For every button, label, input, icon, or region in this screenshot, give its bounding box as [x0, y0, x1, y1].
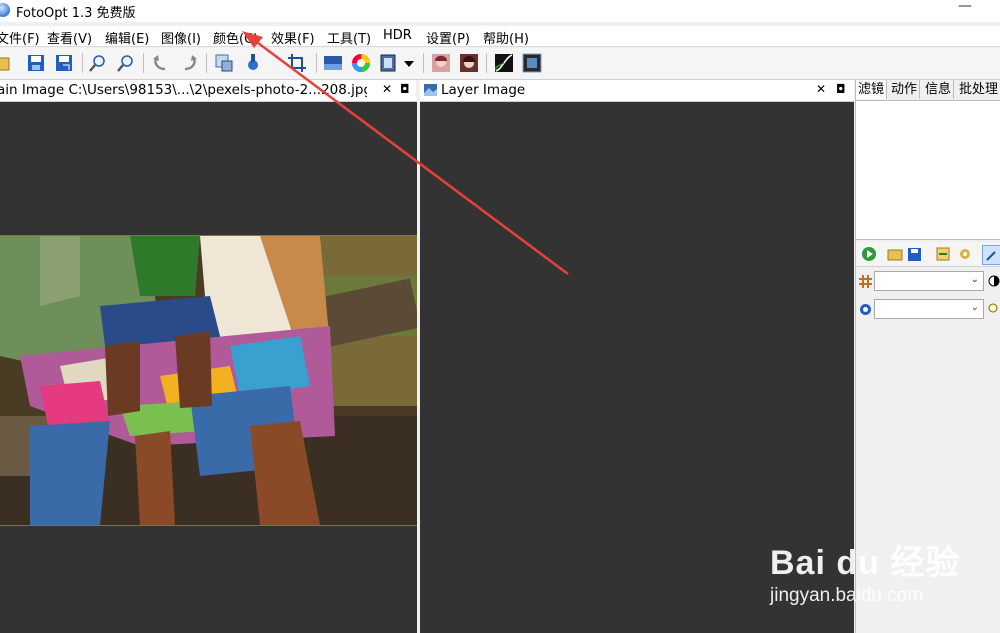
minimize-button[interactable]: — — [958, 0, 972, 14]
baidu-watermark: Bai du 经验 jingyan.baidu.com — [770, 535, 961, 606]
filter-dropdown-1[interactable]: ⌄ — [874, 271, 984, 291]
toolbar-separator — [82, 53, 83, 73]
toolbar-separator — [206, 53, 207, 73]
filter-dropdown-2[interactable]: ⌄ — [874, 299, 984, 319]
portrait-2-icon[interactable] — [458, 52, 480, 74]
save-icon[interactable] — [25, 52, 47, 74]
toolbar-separator — [143, 53, 144, 73]
watermark-main: Bai du 经验 — [770, 544, 961, 582]
layer-image-icon — [424, 84, 437, 96]
menu-item-6[interactable]: 工具(T) — [327, 28, 371, 47]
menu-item-9[interactable]: 帮助(H) — [483, 28, 529, 47]
grid-icon — [859, 275, 872, 288]
main-image-title: ain Image C:\Users\98153\...\2\pexels-ph… — [0, 82, 367, 98]
photo-image — [0, 235, 417, 526]
filter-toolbar — [856, 242, 1000, 267]
zoom-in-icon[interactable] — [87, 52, 109, 74]
menu-item-1[interactable]: 查看(V) — [47, 28, 92, 47]
target-icon — [859, 303, 872, 316]
filter-row-1: ⌄ — [856, 269, 1000, 295]
open-folder-icon[interactable] — [886, 245, 904, 263]
main-image-header: ain Image C:\Users\98153\...\2\pexels-ph… — [0, 80, 416, 102]
chevron-down-icon: ⌄ — [970, 274, 979, 285]
portrait-icon[interactable] — [430, 52, 452, 74]
right-panel-tabs: 滤镜 动作 信息 批处理 — [856, 80, 1000, 101]
filter-list[interactable] — [856, 101, 1000, 240]
watermark-url: jingyan.baidu.com — [770, 585, 924, 606]
tab-filters[interactable]: 滤镜 — [856, 80, 888, 99]
open-icon[interactable] — [0, 52, 14, 74]
menu-bar: 文件(F) 查看(V) 编辑(E) 图像(I) 颜色(C) 效果(F) 工具(T) HDR 设置… — [0, 26, 1000, 47]
app-icon — [0, 3, 10, 17]
crop-icon[interactable] — [286, 52, 308, 74]
import-icon[interactable] — [934, 245, 952, 263]
dropdown-arrow-icon[interactable] — [402, 52, 416, 74]
layer-image-float-button[interactable]: ◘ — [836, 82, 846, 96]
menu-item-4[interactable]: 颜色(C) — [213, 28, 258, 47]
menu-item-8[interactable]: 设置(P) — [426, 28, 470, 47]
layer-image-title: Layer Image — [441, 82, 526, 98]
menu-item-0[interactable]: 文件(F) — [0, 28, 40, 47]
settings-icon[interactable] — [956, 245, 974, 263]
main-image-close-button[interactable]: ✕ — [382, 82, 392, 96]
filter-row-2: ⌄ — [856, 297, 1000, 323]
play-icon[interactable] — [860, 245, 878, 263]
color-wheel-icon[interactable] — [350, 52, 372, 74]
layer-image-header: Layer Image ✕ ◘ — [420, 80, 854, 102]
layer-image-close-button[interactable]: ✕ — [816, 82, 826, 96]
undo-icon[interactable] — [150, 52, 172, 74]
menu-item-7[interactable]: HDR — [383, 28, 412, 43]
menu-item-2[interactable]: 编辑(E) — [105, 28, 149, 47]
menu-item-5[interactable]: 效果(F) — [271, 28, 315, 47]
pin-icon[interactable] — [982, 245, 1000, 265]
title-bar: FotoOpt 1.3 免费版 — — [0, 0, 1000, 22]
contrast-icon[interactable] — [988, 275, 1000, 287]
main-image-canvas[interactable] — [0, 102, 417, 633]
magnifier-icon[interactable] — [988, 303, 1000, 315]
curves-icon[interactable] — [493, 52, 515, 74]
landscape-icon[interactable] — [322, 52, 344, 74]
tab-actions[interactable]: 动作 — [889, 80, 921, 99]
menu-item-3[interactable]: 图像(I) — [161, 28, 201, 47]
resize-icon[interactable] — [213, 52, 235, 74]
toolbar-separator — [486, 53, 487, 73]
tab-info[interactable]: 信息 — [923, 80, 955, 99]
filmstrip-icon[interactable] — [378, 52, 400, 74]
toolbar-separator — [316, 53, 317, 73]
save-filter-icon[interactable] — [906, 245, 924, 263]
tab-batch[interactable]: 批处理 — [957, 80, 1000, 99]
main-toolbar — [0, 48, 1000, 80]
redo-icon[interactable] — [178, 52, 200, 74]
color-picker-icon[interactable] — [242, 52, 264, 74]
main-image-float-button[interactable]: ◘ — [400, 82, 410, 96]
app-title: FotoOpt 1.3 免费版 — [16, 6, 136, 21]
chevron-down-icon: ⌄ — [970, 302, 979, 313]
save-as-icon[interactable] — [53, 52, 75, 74]
zoom-out-icon[interactable] — [115, 52, 137, 74]
frame-icon[interactable] — [521, 52, 543, 74]
toolbar-separator — [423, 53, 424, 73]
